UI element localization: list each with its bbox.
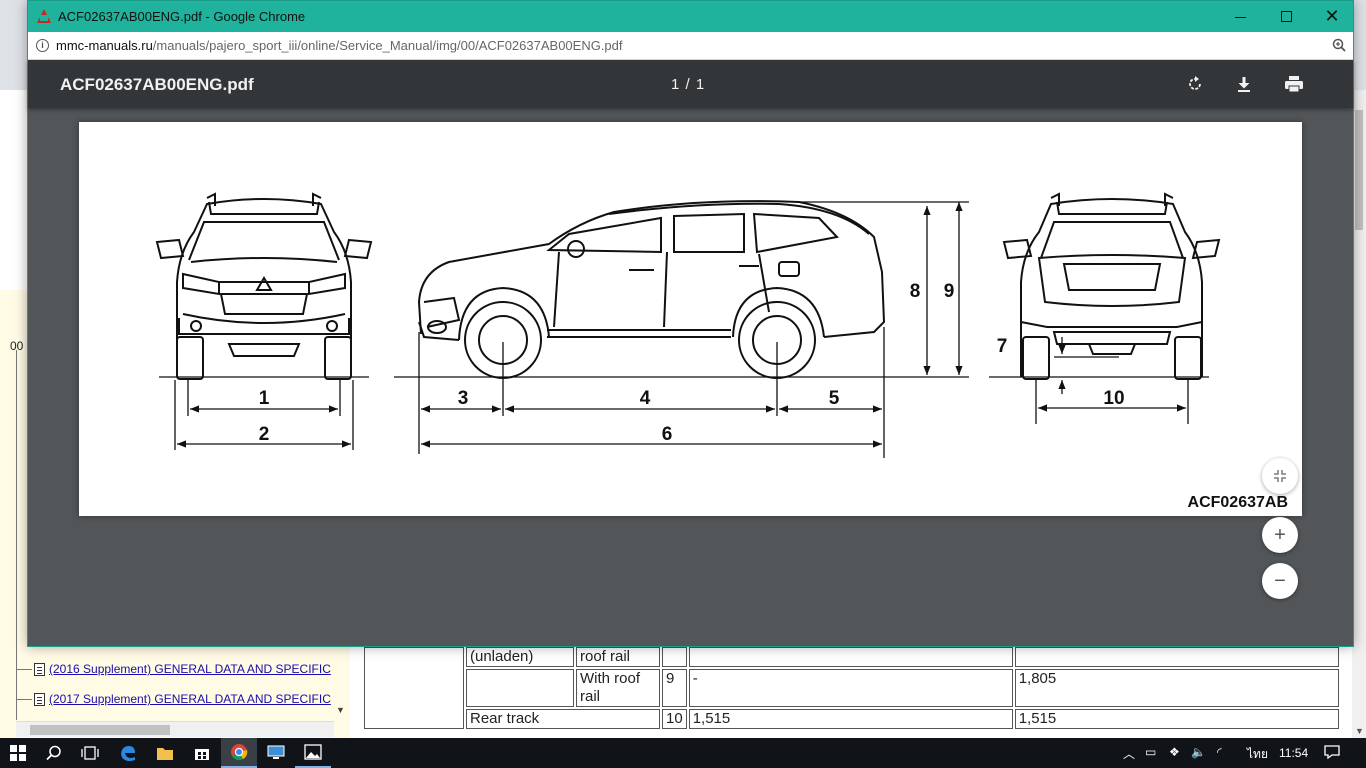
- dimension-label-1: 1: [259, 388, 270, 409]
- print-button[interactable]: [1282, 72, 1306, 96]
- zoom-out-button[interactable]: −: [1262, 563, 1298, 599]
- fit-page-icon: [1274, 470, 1286, 482]
- side-view-drawing: [417, 200, 886, 379]
- download-button[interactable]: [1232, 72, 1256, 96]
- table-row: (unladen) roof rail: [364, 647, 1339, 729]
- volume-icon[interactable]: 🔈: [1191, 745, 1206, 759]
- table-row: With roof rail 9 - 1,805: [364, 669, 1339, 707]
- taskbar-chrome[interactable]: [221, 738, 257, 768]
- zoom-icon[interactable]: [1332, 38, 1346, 52]
- dimension-label-4: 4: [640, 388, 651, 409]
- taskbar-clock[interactable]: 11:54: [1279, 746, 1308, 760]
- document-icon: [34, 692, 45, 706]
- dropbox-icon[interactable]: ❖: [1169, 745, 1180, 759]
- plus-icon: +: [1274, 523, 1286, 546]
- spec-table: (unladen) roof rail With roof rail 9 - 1…: [362, 645, 1341, 731]
- scroll-down-arrow-icon[interactable]: ▼: [1355, 726, 1364, 736]
- maximize-button[interactable]: [1263, 1, 1309, 32]
- dimension-label-6: 6: [662, 424, 673, 445]
- wifi-icon[interactable]: ◜: [1217, 745, 1222, 759]
- task-view-button[interactable]: [72, 738, 108, 768]
- input-language-indicator[interactable]: ไทย: [1247, 745, 1268, 764]
- url-text[interactable]: mmc-manuals.ru/manuals/pajero_sport_iii/…: [56, 38, 623, 53]
- zoom-in-button[interactable]: +: [1262, 517, 1298, 553]
- minus-icon: −: [1274, 569, 1286, 592]
- scrollbar-thumb[interactable]: [30, 725, 170, 735]
- pdf-toolbar: ACF02637AB00ENG.pdf 1 / 1: [28, 60, 1353, 108]
- tree-item-2017-supplement[interactable]: (2017 Supplement) GENERAL DATA AND SPECI…: [16, 690, 334, 708]
- store-icon: [195, 749, 209, 760]
- dimension-label-5: 5: [829, 388, 840, 409]
- print-icon: [1285, 76, 1303, 93]
- edge-icon: [121, 746, 135, 761]
- close-button[interactable]: ✕: [1309, 1, 1355, 32]
- dimension-labels: 1 2 3 4 5 6 7 8 9 10: [259, 281, 1125, 445]
- scrollbar-thumb[interactable]: [1355, 110, 1363, 230]
- taskbar-remote-desktop[interactable]: [258, 738, 294, 768]
- maximize-icon: [1280, 11, 1292, 22]
- dimension-label-9: 9: [944, 281, 955, 302]
- rotate-button[interactable]: [1183, 72, 1207, 96]
- tree-horizontal-scrollbar[interactable]: [16, 721, 334, 737]
- task-view-icon: [81, 746, 99, 760]
- taskbar-edge[interactable]: [110, 738, 146, 768]
- address-bar[interactable]: i mmc-manuals.ru/manuals/pajero_sport_ii…: [28, 32, 1353, 60]
- window-title: ACF02637AB00ENG.pdf - Google Chrome: [58, 9, 306, 24]
- pdf-app-icon: [37, 9, 51, 23]
- taskbar-file-explorer[interactable]: [147, 738, 183, 768]
- rear-view-drawing: [1002, 192, 1221, 380]
- tree-item-2016-supplement[interactable]: (2016 Supplement) GENERAL DATA AND SPECI…: [16, 660, 334, 678]
- dimension-label-8: 8: [910, 281, 921, 302]
- fit-to-page-button[interactable]: [1262, 458, 1298, 494]
- windows-taskbar: ︿ ▭ ❖ 🔈 ◜ ไทย 11:54: [0, 738, 1366, 768]
- action-center-icon[interactable]: [1324, 745, 1340, 762]
- dimension-label-10: 10: [1103, 388, 1124, 409]
- minimize-button[interactable]: [1217, 1, 1263, 32]
- table-row: Rear track 10 1,515 1,515: [364, 709, 1339, 729]
- info-icon[interactable]: i: [36, 39, 49, 52]
- dimension-label-7: 7: [997, 336, 1008, 357]
- front-view-drawing: [155, 192, 373, 380]
- close-icon: ✕: [1324, 6, 1340, 26]
- network-adapter-icon[interactable]: ▭: [1145, 745, 1156, 759]
- windows-logo-icon: [10, 745, 26, 761]
- show-hidden-icons-chevron-icon[interactable]: ︿: [1123, 745, 1135, 762]
- figure-code: ACF02637AB: [1187, 494, 1288, 511]
- document-icon: [34, 662, 45, 676]
- page-vertical-scrollbar[interactable]: ▼: [1352, 90, 1366, 740]
- rotate-icon: [1189, 76, 1201, 90]
- scroll-down-arrow-icon[interactable]: ▼: [336, 705, 345, 715]
- photos-icon: [304, 744, 322, 760]
- window-titlebar[interactable]: ACF02637AB00ENG.pdf - Google Chrome ✕: [28, 1, 1353, 32]
- search-button[interactable]: [36, 738, 72, 768]
- chrome-popup-window: ACF02637AB00ENG.pdf - Google Chrome ✕ i …: [27, 0, 1354, 647]
- vehicle-dimension-drawing: 1 2 3 4 5 6 7 8 9 10: [155, 192, 1221, 458]
- page-indicator: 1 / 1: [671, 76, 706, 93]
- pdf-file-title: ACF02637AB00ENG.pdf: [60, 75, 254, 94]
- dimension-label-2: 2: [259, 424, 270, 445]
- download-icon: [1238, 77, 1250, 92]
- desktop-screen: 00 (2016 Supplement) GENERAL DATA AND SP…: [0, 0, 1366, 768]
- taskbar-store[interactable]: [184, 738, 220, 768]
- start-button[interactable]: [0, 738, 36, 768]
- folder-icon: [157, 748, 173, 760]
- dimension-label-3: 3: [458, 388, 469, 409]
- chrome-icon: [231, 744, 248, 761]
- pdf-page: 1 2 3 4 5 6 7 8 9 10 ACF02637AB: [79, 122, 1302, 516]
- search-icon: [46, 745, 61, 761]
- monitor-icon: [267, 745, 285, 759]
- taskbar-photos[interactable]: [295, 738, 331, 768]
- minimize-icon: [1234, 17, 1246, 18]
